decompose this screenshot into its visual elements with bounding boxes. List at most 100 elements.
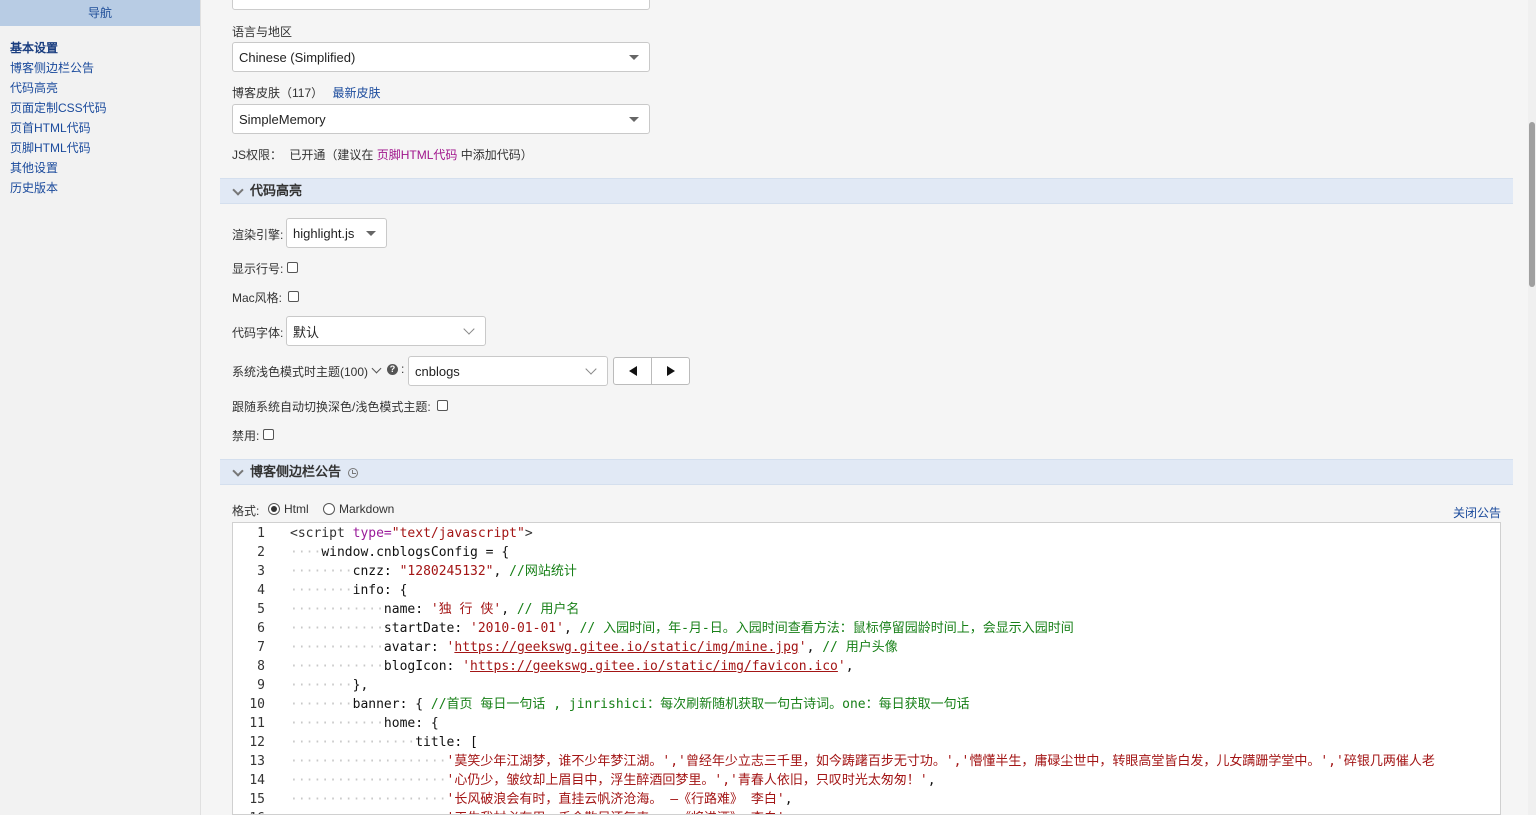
close-announcement-link[interactable]: 关闭公告 (1453, 504, 1501, 521)
code-token: '心仍少，皱纹却上眉目中，浮生醉酒回梦里。','青春人依旧，只叹时光太匆匆！' (446, 773, 928, 788)
collapse-chevron-icon (232, 184, 244, 196)
announcement-code-editor[interactable]: 1 <script type="text/javascript"> 2 ····win… (232, 522, 1501, 815)
line-number: 16 (233, 809, 265, 814)
js-permission-status: 已开通（建议在 (289, 148, 374, 162)
format-label: 格式: (232, 504, 260, 518)
code-token: home: { (383, 716, 439, 731)
code-token: blogIcon: (383, 659, 463, 674)
triangle-left-icon (628, 366, 637, 376)
code-token: > (524, 526, 533, 541)
line-number: 10 (249, 697, 265, 712)
code-token: , (927, 773, 936, 788)
line-number: 5 (257, 602, 265, 617)
code-token: type= (352, 526, 392, 541)
language-select[interactable]: Chinese (Simplified) (232, 42, 650, 72)
code-token: avatar: (383, 640, 447, 655)
code-token: "text/javascript" (391, 526, 525, 541)
prev-theme-button[interactable] (614, 358, 651, 384)
code-text: ····················'天生我材必有用，千金散尽还复来。 —《… (290, 809, 793, 814)
code-token: '莫笑少年江湖梦，谁不少年梦江湖。','曾经年少立志三千里，如今踌躇百步无寸功。… (446, 754, 1435, 769)
code-token: ' (798, 640, 807, 655)
caret-down-icon (366, 231, 376, 236)
line-number: 3 (257, 564, 265, 579)
light-theme-select[interactable]: cnblogs (408, 356, 608, 386)
line-number: 13 (249, 754, 265, 769)
disable-checkbox[interactable] (263, 429, 274, 440)
indent-guide: ············ (290, 640, 384, 655)
sidebar-item-5[interactable]: 页首HTML代码 (10, 118, 200, 138)
sidebar-item-3[interactable]: 代码高亮 (10, 78, 200, 98)
code-token: '天生我材必有用，千金散尽还复来。 —《将进酒》 李白' (447, 811, 785, 814)
code-font-select[interactable]: 默认 (286, 316, 486, 346)
code-token: "1280245132" (399, 564, 494, 579)
info-icon[interactable]: ? (387, 364, 398, 375)
code-token: // 用户名 (516, 602, 580, 617)
code-text: ············startDate: '2010-01-01', // … (290, 619, 1074, 638)
theme-nav-buttons (613, 357, 690, 385)
js-permission-row: JS权限： 已开通（建议在 页脚HTML代码 中添加代码） (232, 146, 533, 163)
sidebar-item-7[interactable]: 其他设置 (10, 158, 200, 178)
latest-skin-link[interactable]: 最新皮肤 (332, 86, 380, 100)
code-text: ····················'长风破浪会有时，直挂云帆济沧海。 —《… (290, 790, 793, 809)
indent-guide: ···· (290, 545, 322, 560)
code-highlight-section-header[interactable]: 代码高亮 (220, 178, 1513, 204)
skin-select[interactable]: SimpleMemory (232, 104, 650, 134)
next-theme-button[interactable] (651, 358, 689, 384)
code-font-value: 默认 (293, 324, 320, 340)
format-html-radio[interactable] (268, 503, 280, 515)
code-text: ········banner: { //首页 每日一句话 , jinrishic… (290, 695, 970, 714)
code-token: }, (352, 678, 369, 693)
sidebar-item-1[interactable]: 基本设置 (10, 38, 200, 58)
disable-label: 禁用: (232, 429, 260, 443)
line-number: 7 (257, 640, 265, 655)
code-token: , (563, 621, 580, 636)
code-token: //网站统计 (509, 564, 577, 579)
previous-field[interactable] (232, 0, 650, 10)
history-clock-icon[interactable] (348, 468, 358, 478)
sidebar-item-8[interactable]: 历史版本 (10, 178, 200, 198)
render-engine-value: highlight.js (293, 225, 355, 241)
code-text: <script type="text/javascript"> (290, 524, 533, 543)
format-markdown-radio[interactable] (323, 503, 335, 515)
code-font-label: 代码字体: (232, 326, 284, 340)
indent-guide: ········ (290, 678, 353, 693)
sidebar-item-2[interactable]: 博客侧边栏公告 (10, 58, 200, 78)
sidebar-announcement-section-header[interactable]: 博客侧边栏公告 (220, 459, 1513, 485)
light-theme-label: 系统浅色模式时主题(100) (232, 365, 369, 379)
auto-switch-checkbox[interactable] (437, 400, 448, 411)
render-engine-select[interactable]: highlight.js (286, 218, 387, 248)
indent-guide: ············ (290, 659, 384, 674)
code-token: // 用户头像 (822, 640, 898, 655)
code-text: ········}, (290, 676, 368, 695)
js-permission-label: JS权限： (232, 148, 283, 162)
sidebar-item-4[interactable]: 页面定制CSS代码 (10, 98, 200, 118)
skin-select-value: SimpleMemory (239, 111, 326, 127)
triangle-right-icon (666, 366, 675, 376)
code-token: info: { (352, 583, 408, 598)
code-highlight-title: 代码高亮 (250, 183, 303, 198)
indent-guide: ············ (290, 621, 384, 636)
collapse-chevron-icon (232, 465, 244, 477)
indent-guide: ········ (290, 564, 353, 579)
indent-guide: ········ (290, 697, 353, 712)
line-number: 1 (257, 526, 265, 541)
chevron-down-icon (463, 323, 475, 335)
scrollbar-thumb[interactable] (1529, 122, 1535, 287)
line-number: 12 (249, 735, 265, 750)
skin-label-row: 博客皮肤（117） 最新皮肤 (232, 84, 381, 101)
footer-html-link[interactable]: 页脚HTML代码 (377, 148, 458, 162)
light-theme-label-row: 系统浅色模式时主题(100) (232, 363, 368, 380)
sidebar-item-6[interactable]: 页脚HTML代码 (10, 138, 200, 158)
caret-down-icon (629, 55, 639, 60)
theme-dropdown-chevron-icon[interactable] (371, 363, 382, 374)
render-engine-label: 渲染引擎: (232, 228, 284, 242)
code-text: ········info: { (290, 581, 407, 600)
indent-guide: ········ (290, 583, 353, 598)
mac-style-checkbox[interactable] (288, 291, 299, 302)
code-token: , (845, 659, 854, 674)
line-numbers-checkbox[interactable] (287, 262, 298, 273)
page-scrollbar[interactable] (1528, 0, 1536, 815)
code-text: ····················'莫笑少年江湖梦，谁不少年梦江湖。','… (290, 752, 1435, 771)
line-number: 8 (257, 659, 265, 674)
indent-guide: ···················· (290, 773, 447, 788)
